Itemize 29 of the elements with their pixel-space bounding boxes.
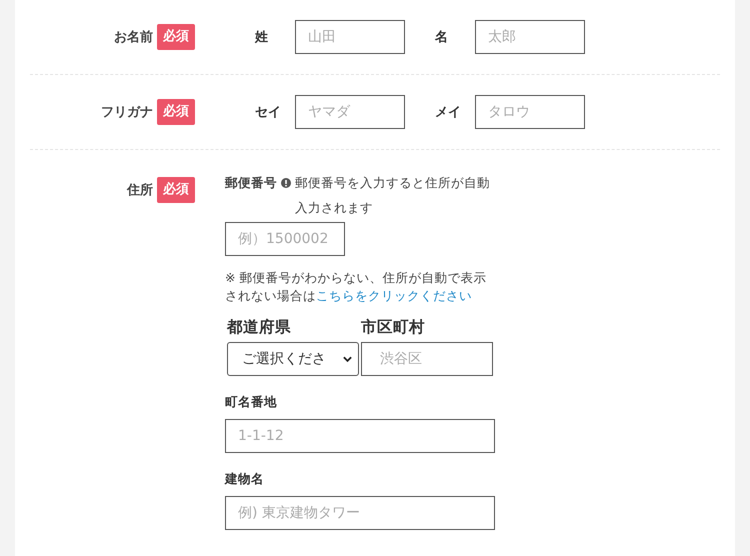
- required-badge: 必須: [157, 99, 195, 125]
- postal-code-field[interactable]: 例）1500002: [225, 222, 345, 256]
- prefecture-select[interactable]: ご選択くださ: [227, 342, 359, 376]
- chevron-down-icon: [343, 356, 352, 362]
- input-field[interactable]: タロウ: [475, 95, 585, 129]
- info-icon: [281, 178, 291, 188]
- field-label: 市区町村: [361, 317, 426, 338]
- field-label: 住所: [127, 182, 153, 199]
- field-label: 建物名: [225, 471, 264, 488]
- field-label: フリガナ: [101, 104, 153, 121]
- field-label: お名前: [114, 29, 153, 46]
- required-badge: 必須: [157, 177, 195, 203]
- field-label: 都道府県: [227, 317, 292, 338]
- field-label: 姓: [255, 29, 269, 46]
- street-field[interactable]: 1-1-12: [225, 419, 495, 453]
- field-label: 郵便番号: [225, 174, 277, 192]
- city-field[interactable]: 渋谷区: [361, 342, 493, 376]
- field-label: メイ: [435, 104, 462, 121]
- building-field[interactable]: 例) 東京建物タワー: [225, 496, 495, 530]
- required-badge: 必須: [157, 24, 195, 50]
- hint-text: 郵便番号を入力すると住所が自動入力されます: [295, 174, 491, 217]
- input-field[interactable]: 太郎: [475, 20, 585, 54]
- field-label: セイ: [255, 104, 282, 121]
- note-text: ※ 郵便番号がわからない、住所が自動で表示されない場合は こちらをクリックください: [225, 269, 488, 305]
- input-field[interactable]: 山田: [295, 20, 405, 54]
- field-label: 名: [435, 29, 449, 46]
- click-here-link[interactable]: こちらをクリックください: [316, 288, 472, 303]
- input-field[interactable]: ヤマダ: [295, 95, 405, 129]
- field-label: 町名番地: [225, 394, 277, 411]
